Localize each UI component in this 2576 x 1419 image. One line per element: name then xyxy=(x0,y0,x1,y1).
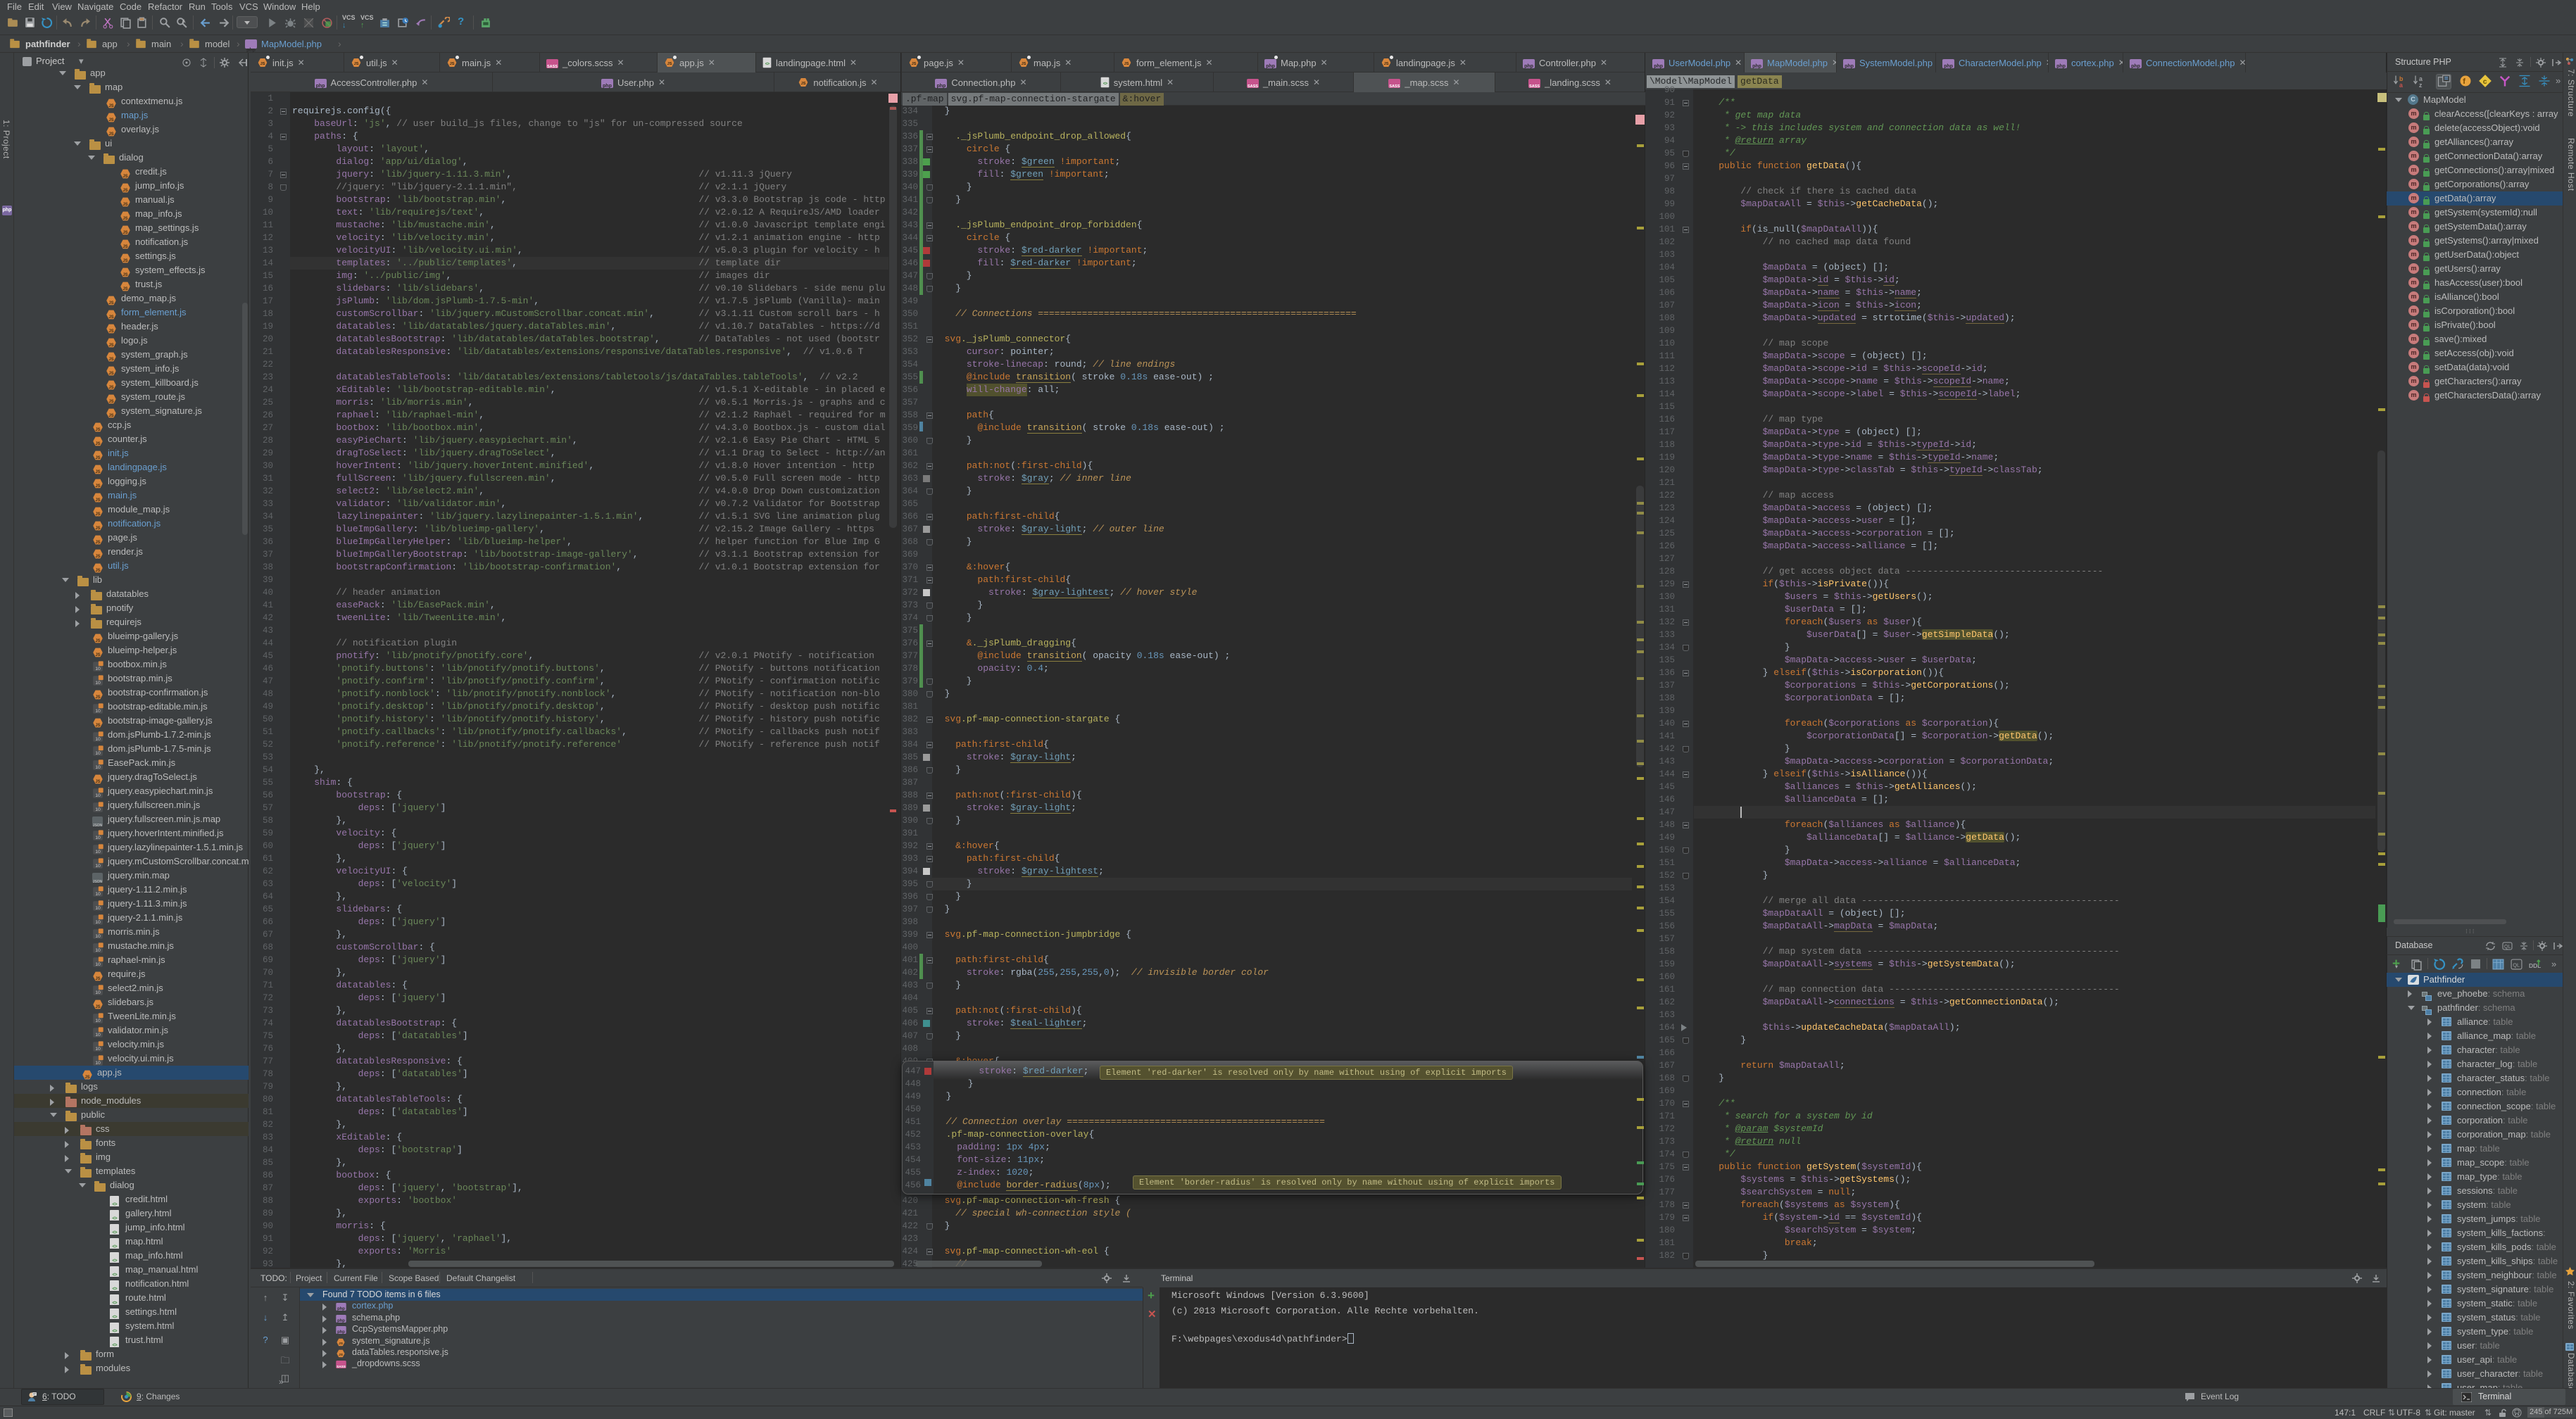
svg-text:c: c xyxy=(2483,78,2487,86)
svg-text:QL: QL xyxy=(2504,945,2511,950)
svg-text:z: z xyxy=(2419,82,2423,88)
svg-text:f: f xyxy=(2463,77,2465,86)
svg-text:a: a xyxy=(2399,82,2403,88)
svg-text:QL: QL xyxy=(2513,962,2520,969)
svg-text:A: A xyxy=(182,18,186,25)
